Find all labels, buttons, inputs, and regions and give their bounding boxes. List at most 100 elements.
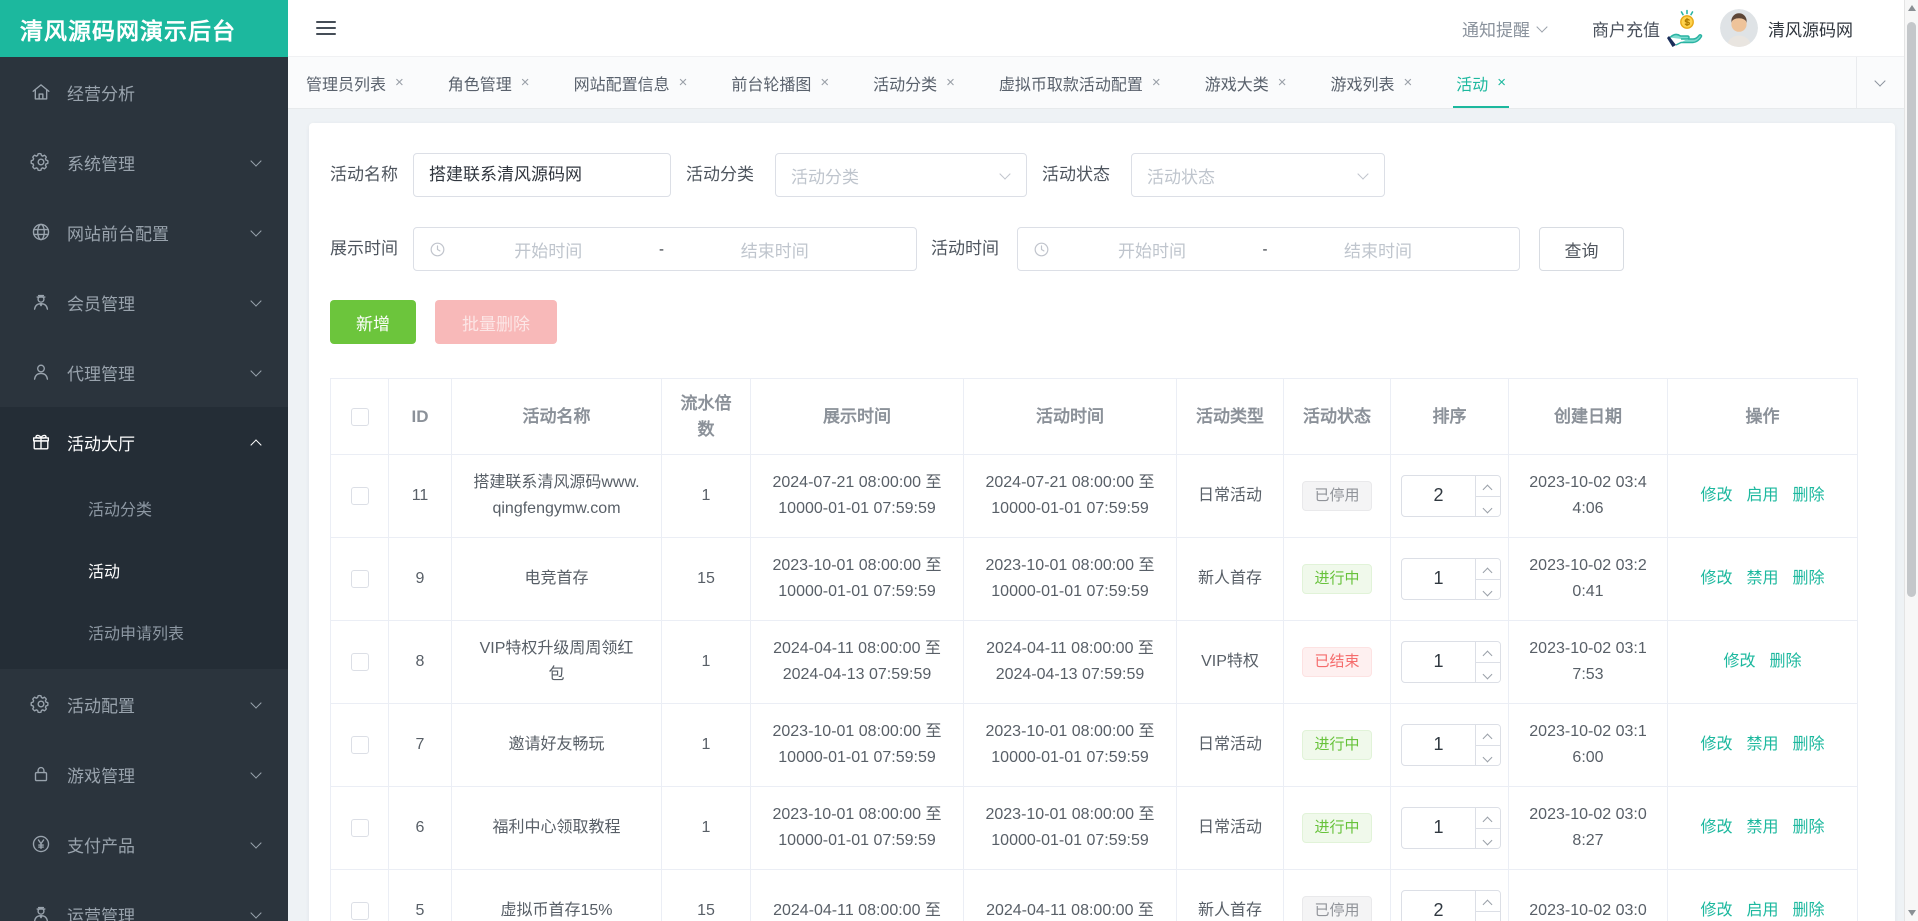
- action-link[interactable]: 删除: [1793, 736, 1825, 753]
- action-link[interactable]: 删除: [1770, 653, 1802, 670]
- stepper-down-button[interactable]: [1476, 746, 1500, 766]
- tab-close-icon[interactable]: ×: [1497, 74, 1506, 91]
- stepper-up-button[interactable]: [1476, 476, 1500, 497]
- menu-toggle-icon[interactable]: [316, 21, 336, 35]
- page-tab[interactable]: 前台轮播图 ×: [731, 57, 829, 108]
- merchant-recharge-button[interactable]: 商户充值: [1592, 8, 1706, 48]
- action-link[interactable]: 禁用: [1746, 736, 1778, 753]
- notifications-menu[interactable]: 通知提醒: [1462, 16, 1548, 41]
- stepper-down-button[interactable]: [1476, 497, 1500, 517]
- sort-stepper[interactable]: 1: [1401, 807, 1501, 849]
- activity-time-cell: 2024-07-21 08:00:00 至 10000-01-01 07:59:…: [964, 455, 1177, 538]
- action-link[interactable]: 删除: [1793, 819, 1825, 836]
- sidebar-item[interactable]: 运营管理: [0, 879, 288, 921]
- action-link[interactable]: 修改: [1700, 487, 1732, 504]
- page-tab[interactable]: 活动 ×: [1456, 57, 1506, 108]
- sidebar-subitem[interactable]: 活动分类: [0, 477, 288, 539]
- sidebar-subitem[interactable]: 活动申请列表: [0, 601, 288, 663]
- vertical-scrollbar[interactable]: [1904, 0, 1918, 921]
- action-link[interactable]: 删除: [1793, 570, 1825, 587]
- stepper-down-button[interactable]: [1476, 912, 1500, 921]
- sidebar-item[interactable]: 活动配置: [0, 669, 288, 739]
- sort-stepper[interactable]: 1: [1401, 558, 1501, 600]
- tab-close-icon[interactable]: ×: [820, 74, 829, 91]
- action-link[interactable]: 启用: [1746, 487, 1778, 504]
- activity-status-select[interactable]: 活动状态: [1131, 153, 1385, 197]
- stepper-up-button[interactable]: [1476, 642, 1500, 663]
- tab-close-icon[interactable]: ×: [395, 74, 404, 91]
- search-button[interactable]: 查询: [1539, 227, 1624, 271]
- action-link[interactable]: 删除: [1793, 902, 1825, 919]
- avatar[interactable]: [1720, 9, 1758, 47]
- tab-overflow-button[interactable]: [1856, 57, 1904, 108]
- sort-stepper[interactable]: 1: [1401, 724, 1501, 766]
- stepper-down-button[interactable]: [1476, 829, 1500, 849]
- chevron-down-icon: [1537, 23, 1548, 34]
- page-tab[interactable]: 管理员列表 ×: [306, 57, 404, 108]
- tab-close-icon[interactable]: ×: [1403, 74, 1412, 91]
- tab-close-icon[interactable]: ×: [679, 74, 688, 91]
- sidebar-subitem[interactable]: 活动: [0, 539, 288, 601]
- stepper-up-button[interactable]: [1476, 725, 1500, 746]
- sidebar-item[interactable]: 系统管理: [0, 127, 288, 197]
- action-link[interactable]: 修改: [1723, 653, 1755, 670]
- action-link[interactable]: 修改: [1700, 736, 1732, 753]
- stepper-down-button[interactable]: [1476, 580, 1500, 600]
- activity-category-select[interactable]: 活动分类: [775, 153, 1027, 197]
- recharge-label: 商户充值: [1592, 16, 1660, 41]
- sidebar-item[interactable]: 会员管理: [0, 267, 288, 337]
- sidebar-item[interactable]: 游戏管理: [0, 739, 288, 809]
- sort-cell: 1: [1391, 621, 1509, 704]
- sidebar-item[interactable]: 支付产品: [0, 809, 288, 879]
- sidebar-item-label: 支付产品: [67, 832, 251, 857]
- action-link[interactable]: 启用: [1746, 902, 1778, 919]
- activity-name-input[interactable]: 搭建联系清风源码网: [413, 153, 671, 197]
- action-link[interactable]: 修改: [1700, 902, 1732, 919]
- sidebar-group: 运营管理: [0, 879, 288, 921]
- row-checkbox[interactable]: [351, 736, 369, 754]
- page-tab[interactable]: 游戏列表 ×: [1330, 57, 1412, 108]
- activity-time-range-picker[interactable]: 开始时间 - 结束时间: [1017, 227, 1520, 271]
- sidebar-item[interactable]: 活动大厅: [0, 407, 288, 477]
- row-checkbox[interactable]: [351, 487, 369, 505]
- stepper-up-button[interactable]: [1476, 808, 1500, 829]
- sort-stepper[interactable]: 1: [1401, 641, 1501, 683]
- tab-close-icon[interactable]: ×: [1152, 74, 1161, 91]
- stepper-down-button[interactable]: [1476, 663, 1500, 683]
- sort-stepper[interactable]: 2: [1401, 475, 1501, 517]
- scrollbar-thumb[interactable]: [1907, 22, 1916, 597]
- page-tab[interactable]: 虚拟币取款活动配置 ×: [999, 57, 1161, 108]
- sort-stepper[interactable]: 2: [1401, 890, 1501, 921]
- action-link[interactable]: 禁用: [1746, 819, 1778, 836]
- row-checkbox[interactable]: [351, 902, 369, 920]
- page-tab[interactable]: 活动分类 ×: [873, 57, 955, 108]
- show-time-range-picker[interactable]: 开始时间 - 结束时间: [413, 227, 917, 271]
- home-icon: [30, 81, 52, 103]
- action-link[interactable]: 修改: [1700, 819, 1732, 836]
- action-link[interactable]: 修改: [1700, 570, 1732, 587]
- sidebar-item[interactable]: 经营分析: [0, 57, 288, 127]
- username[interactable]: 清风源码网: [1768, 16, 1853, 41]
- tab-close-icon[interactable]: ×: [521, 74, 530, 91]
- page-tab[interactable]: 角色管理 ×: [448, 57, 530, 108]
- action-link[interactable]: 删除: [1793, 487, 1825, 504]
- tab-close-icon[interactable]: ×: [1278, 74, 1287, 91]
- row-checkbox[interactable]: [351, 653, 369, 671]
- sidebar-item[interactable]: 代理管理: [0, 337, 288, 407]
- stepper-up-button[interactable]: [1476, 559, 1500, 580]
- sidebar-item[interactable]: 网站前台配置: [0, 197, 288, 267]
- select-all-checkbox[interactable]: [351, 408, 369, 426]
- batch-delete-button[interactable]: 批量删除: [435, 300, 557, 344]
- scroll-down-arrow[interactable]: [1905, 905, 1918, 921]
- select-placeholder: 活动状态: [1147, 163, 1215, 188]
- scroll-up-arrow[interactable]: [1905, 0, 1918, 16]
- row-checkbox[interactable]: [351, 570, 369, 588]
- stepper-up-button[interactable]: [1476, 891, 1500, 912]
- page-tab[interactable]: 游戏大类 ×: [1205, 57, 1287, 108]
- page-tab[interactable]: 网站配置信息 ×: [574, 57, 688, 108]
- tab-close-icon[interactable]: ×: [946, 74, 955, 91]
- action-link[interactable]: 禁用: [1746, 570, 1778, 587]
- row-checkbox[interactable]: [351, 819, 369, 837]
- status-cell: 已停用: [1284, 455, 1391, 538]
- add-button[interactable]: 新增: [330, 300, 416, 344]
